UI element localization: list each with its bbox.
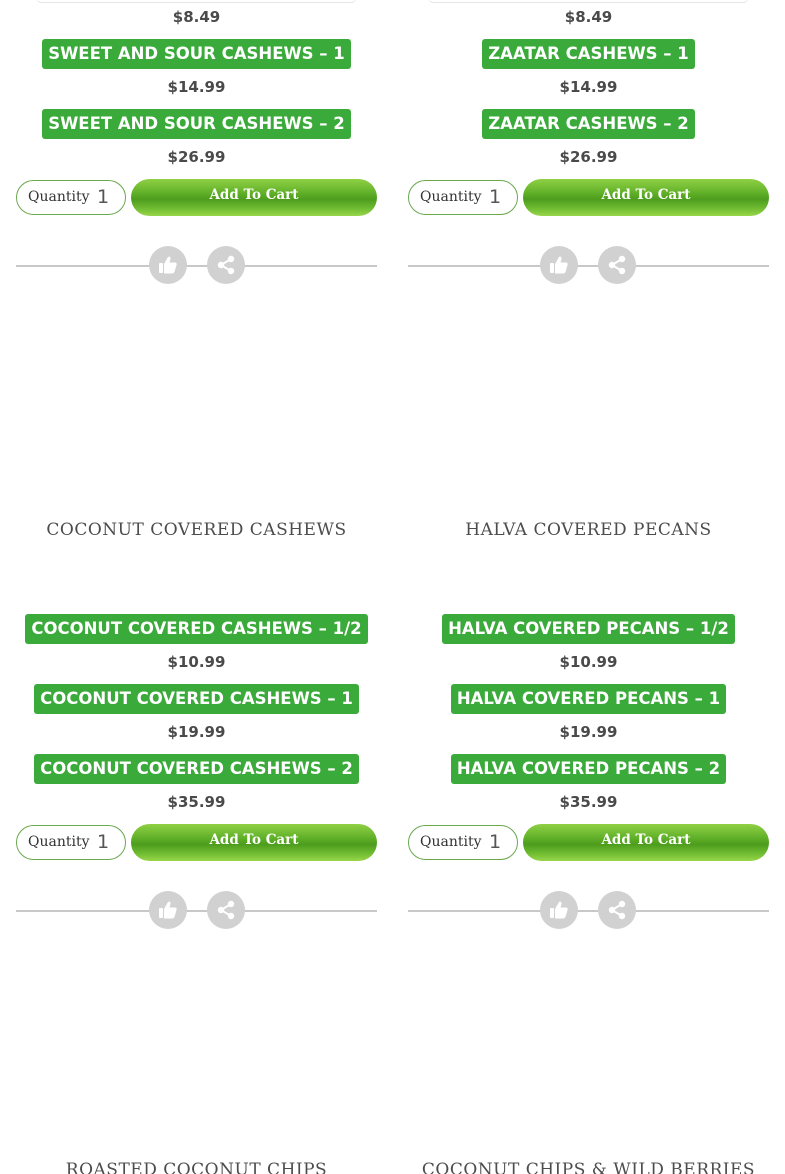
quantity-label: Quantity bbox=[420, 189, 482, 205]
quantity-value[interactable]: 1 bbox=[97, 826, 109, 859]
quantity-value[interactable]: 1 bbox=[489, 181, 501, 214]
variant-price: $14.99 bbox=[559, 78, 618, 96]
thumbs-up-icon bbox=[550, 901, 568, 919]
like-button[interactable] bbox=[149, 891, 187, 929]
product-column-right: $8.49 ZAATAR CASHEWS – 1 $14.99 ZAATAR C… bbox=[408, 0, 769, 1174]
share-button[interactable] bbox=[598, 246, 636, 284]
quantity-input[interactable]: Quantity 1 bbox=[16, 825, 126, 860]
quantity-label: Quantity bbox=[28, 189, 90, 205]
product-column-left: $8.49 SWEET AND SOUR CASHEWS – 1 $14.99 … bbox=[16, 0, 377, 1174]
quantity-label: Quantity bbox=[28, 834, 90, 850]
share-button[interactable] bbox=[207, 246, 245, 284]
share-button[interactable] bbox=[207, 891, 245, 929]
divider bbox=[16, 265, 377, 267]
quantity-input[interactable]: Quantity 1 bbox=[16, 180, 126, 215]
share-icon bbox=[217, 900, 235, 920]
variant-price: $14.99 bbox=[167, 78, 226, 96]
share-icon bbox=[217, 255, 235, 275]
product-title[interactable]: HALVA COVERED PECANS bbox=[408, 518, 769, 542]
share-icon bbox=[608, 255, 626, 275]
variant-label[interactable]: COCONUT COVERED CASHEWS – 2 bbox=[34, 754, 359, 784]
quantity-value[interactable]: 1 bbox=[97, 181, 109, 214]
quantity-label: Quantity bbox=[420, 834, 482, 850]
variant-price: $19.99 bbox=[559, 723, 618, 741]
variant-label[interactable]: SWEET AND SOUR CASHEWS – 1 bbox=[42, 39, 351, 69]
add-to-cart-button[interactable]: Add To Cart bbox=[131, 179, 377, 216]
product-price: $8.49 bbox=[564, 8, 613, 26]
quantity-input[interactable]: Quantity 1 bbox=[408, 180, 518, 215]
divider bbox=[16, 910, 377, 912]
thumbs-up-icon bbox=[550, 256, 568, 274]
variant-price: $10.99 bbox=[559, 653, 618, 671]
add-to-cart-button[interactable]: Add To Cart bbox=[523, 179, 769, 216]
like-button[interactable] bbox=[540, 891, 578, 929]
quantity-value[interactable]: 1 bbox=[489, 826, 501, 859]
variant-price: $10.99 bbox=[167, 653, 226, 671]
product-price: $8.49 bbox=[172, 8, 221, 26]
product-image-frame bbox=[36, 0, 357, 3]
variant-label[interactable]: COCONUT COVERED CASHEWS – 1 bbox=[34, 684, 359, 714]
like-button[interactable] bbox=[149, 246, 187, 284]
divider bbox=[408, 910, 769, 912]
variant-label[interactable]: SWEET AND SOUR CASHEWS – 2 bbox=[42, 109, 351, 139]
variant-label[interactable]: ZAATAR CASHEWS – 1 bbox=[482, 39, 695, 69]
product-image-frame bbox=[428, 0, 749, 3]
share-button[interactable] bbox=[598, 891, 636, 929]
product-title[interactable]: ROASTED COCONUT CHIPS bbox=[16, 1158, 377, 1174]
variant-price: $35.99 bbox=[559, 793, 618, 811]
variant-label[interactable]: HALVA COVERED PECANS – 2 bbox=[450, 754, 727, 784]
add-to-cart-button[interactable]: Add To Cart bbox=[131, 824, 377, 861]
variant-label[interactable]: HALVA COVERED PECANS – 1/2 bbox=[442, 614, 735, 644]
variant-price: $19.99 bbox=[167, 723, 226, 741]
product-title[interactable]: COCONUT CHIPS & WILD BERRIES bbox=[408, 1158, 769, 1174]
quantity-input[interactable]: Quantity 1 bbox=[408, 825, 518, 860]
add-to-cart-button[interactable]: Add To Cart bbox=[523, 824, 769, 861]
variant-price: $26.99 bbox=[559, 148, 618, 166]
like-button[interactable] bbox=[540, 246, 578, 284]
variant-price: $35.99 bbox=[167, 793, 226, 811]
variant-label[interactable]: COCONUT COVERED CASHEWS – 1/2 bbox=[25, 614, 368, 644]
variant-label[interactable]: ZAATAR CASHEWS – 2 bbox=[482, 109, 695, 139]
share-icon bbox=[608, 900, 626, 920]
product-title[interactable]: COCONUT COVERED CASHEWS bbox=[16, 518, 377, 542]
thumbs-up-icon bbox=[159, 256, 177, 274]
thumbs-up-icon bbox=[159, 901, 177, 919]
variant-price: $26.99 bbox=[167, 148, 226, 166]
divider bbox=[408, 265, 769, 267]
variant-label[interactable]: HALVA COVERED PECANS – 1 bbox=[450, 684, 727, 714]
